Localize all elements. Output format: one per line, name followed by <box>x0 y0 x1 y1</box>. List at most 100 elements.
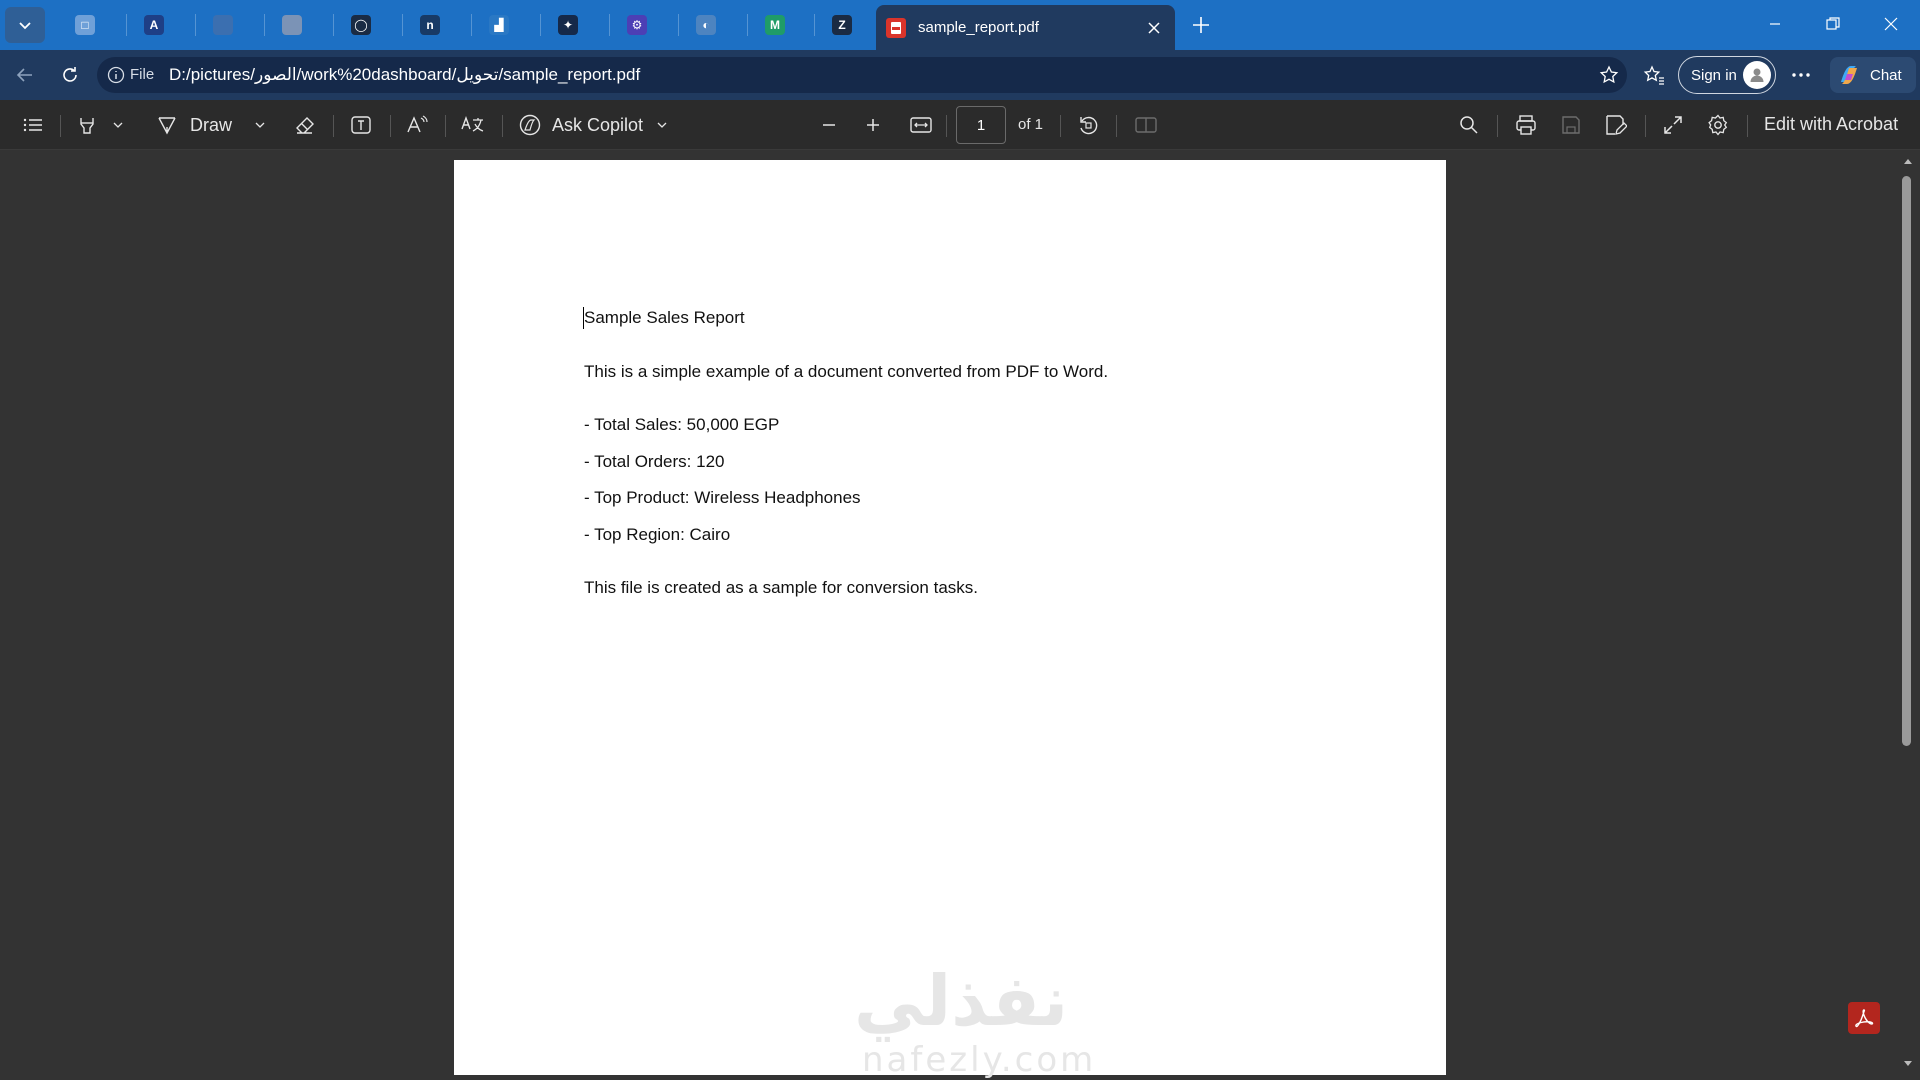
minimize-button[interactable] <box>1746 0 1804 48</box>
page-view-button[interactable] <box>1133 111 1159 139</box>
toolbar-divider <box>445 115 446 137</box>
fit-to-width-button[interactable] <box>908 111 934 139</box>
save-as-button[interactable] <box>1603 111 1629 139</box>
list-item: - Top Region: Cairo <box>584 525 731 544</box>
sign-in-button[interactable]: Sign in <box>1678 56 1776 94</box>
highlight-options-button[interactable] <box>110 111 126 139</box>
tab-9[interactable]: ⚙ <box>617 7 657 43</box>
tab-2-favicon-icon: A <box>144 15 164 35</box>
tab-12[interactable]: Z <box>822 7 862 43</box>
tab-separator <box>540 14 541 36</box>
acrobat-logo-icon <box>1855 1009 1874 1028</box>
watermark-arabic: نفذلي <box>854 960 1069 1042</box>
page-total-label: of 1 <box>1018 116 1044 133</box>
favorite-star-icon[interactable] <box>1599 65 1619 85</box>
tab-list-button[interactable] <box>5 7 45 43</box>
user-icon <box>1750 68 1764 82</box>
page-number-input[interactable] <box>956 106 1006 144</box>
tab-7[interactable]: ▟ <box>479 7 519 43</box>
vertical-scrollbar[interactable] <box>1896 150 1920 1080</box>
close-window-button[interactable] <box>1862 0 1920 48</box>
tab-4-favicon-icon <box>282 15 302 35</box>
print-button[interactable] <box>1513 111 1539 139</box>
ask-copilot-label: Ask Copilot <box>552 114 644 135</box>
watermark-url: nafezly.com <box>862 1040 1097 1080</box>
tab-separator <box>402 14 403 36</box>
printer-icon <box>1516 115 1536 135</box>
rotate-button[interactable] <box>1075 111 1101 139</box>
restore-icon <box>1826 17 1840 30</box>
toolbar-divider <box>1497 115 1498 137</box>
avatar <box>1743 61 1771 89</box>
refresh-icon <box>63 67 77 82</box>
more-menu-button[interactable] <box>1785 59 1817 91</box>
tab-3[interactable] <box>203 7 243 43</box>
favorites-button[interactable] <box>1638 59 1670 91</box>
tab-10[interactable]: ◐ <box>686 7 726 43</box>
find-button[interactable] <box>1456 111 1482 139</box>
copilot-chat-button[interactable]: Chat <box>1830 57 1916 93</box>
tab-1-favicon-icon: □ <box>75 15 95 35</box>
edit-with-acrobat-button[interactable]: Edit with Acrobat <box>1764 114 1898 135</box>
draw-button[interactable]: Draw <box>156 111 240 139</box>
list-icon <box>23 118 42 132</box>
tab-1[interactable]: □ <box>65 7 105 43</box>
tab-6[interactable]: n <box>410 7 450 43</box>
sign-in-label: Sign in <box>1691 66 1737 84</box>
tab-separator <box>195 14 196 36</box>
tab-8-favicon-icon: ✦ <box>558 15 578 35</box>
document-title: Sample Sales Report <box>584 308 745 327</box>
text-box-icon <box>351 116 371 134</box>
zoom-out-button[interactable] <box>816 111 842 139</box>
tab-separator <box>678 14 679 36</box>
tab-11[interactable]: M <box>755 7 795 43</box>
highlighter-icon <box>80 118 94 134</box>
tab-9-favicon-icon: ⚙ <box>627 15 647 35</box>
read-aloud-icon <box>407 115 428 133</box>
toolbar-divider <box>60 115 61 137</box>
scroll-down-icon <box>1904 1061 1912 1066</box>
toolbar-divider <box>1060 115 1061 137</box>
zoom-in-button[interactable] <box>860 111 886 139</box>
scrollbar-thumb[interactable] <box>1902 176 1911 746</box>
draw-options-button[interactable] <box>252 111 268 139</box>
tab-10-favicon-icon: ◐ <box>696 15 716 35</box>
new-tab-button[interactable] <box>1184 8 1218 42</box>
chevron-down-icon <box>255 122 265 128</box>
acrobat-button[interactable] <box>1848 1002 1880 1034</box>
restore-button[interactable] <box>1804 0 1862 48</box>
document-closing: This file is created as a sample for con… <box>584 578 978 597</box>
address-bar[interactable]: File D:/pictures/الصور/work%20dashboard/… <box>97 57 1627 93</box>
pdf-file-icon <box>886 17 906 38</box>
add-text-button[interactable] <box>348 111 374 139</box>
url-text[interactable]: D:/pictures/الصور/work%20dashboard/تحويل… <box>169 65 640 85</box>
tab-5[interactable]: ◯ <box>341 7 381 43</box>
back-button[interactable] <box>9 59 41 91</box>
full-screen-button[interactable] <box>1660 111 1686 139</box>
translate-button[interactable] <box>460 111 486 139</box>
settings-button[interactable] <box>1705 111 1731 139</box>
close-tab-button[interactable] <box>1141 15 1167 41</box>
minimize-icon <box>1770 23 1780 25</box>
ask-copilot-button[interactable]: Ask Copilot <box>518 111 668 139</box>
tab-separator <box>333 14 334 36</box>
highlight-button[interactable] <box>74 111 100 139</box>
tab-7-favicon-icon: ▟ <box>489 15 509 35</box>
tab-4[interactable] <box>272 7 312 43</box>
refresh-button[interactable] <box>54 59 86 91</box>
tab-separator <box>814 14 815 36</box>
scroll-up-icon <box>1904 159 1912 164</box>
copilot-icon <box>1841 66 1857 84</box>
erase-button[interactable] <box>292 111 318 139</box>
tab-5-favicon-icon: ◯ <box>351 15 371 35</box>
toolbar-divider <box>946 115 947 137</box>
plus-icon <box>1193 17 1209 33</box>
read-aloud-button[interactable] <box>404 111 430 139</box>
save-button[interactable] <box>1558 111 1584 139</box>
contents-button[interactable] <box>20 111 46 139</box>
tab-8[interactable]: ✦ <box>548 7 588 43</box>
tab-2[interactable]: A <box>134 7 174 43</box>
rotate-icon <box>1080 116 1098 135</box>
pdf-viewer[interactable]: Sample Sales Report This is a simple exa… <box>0 150 1920 1080</box>
active-tab[interactable]: sample_report.pdf <box>876 5 1175 50</box>
